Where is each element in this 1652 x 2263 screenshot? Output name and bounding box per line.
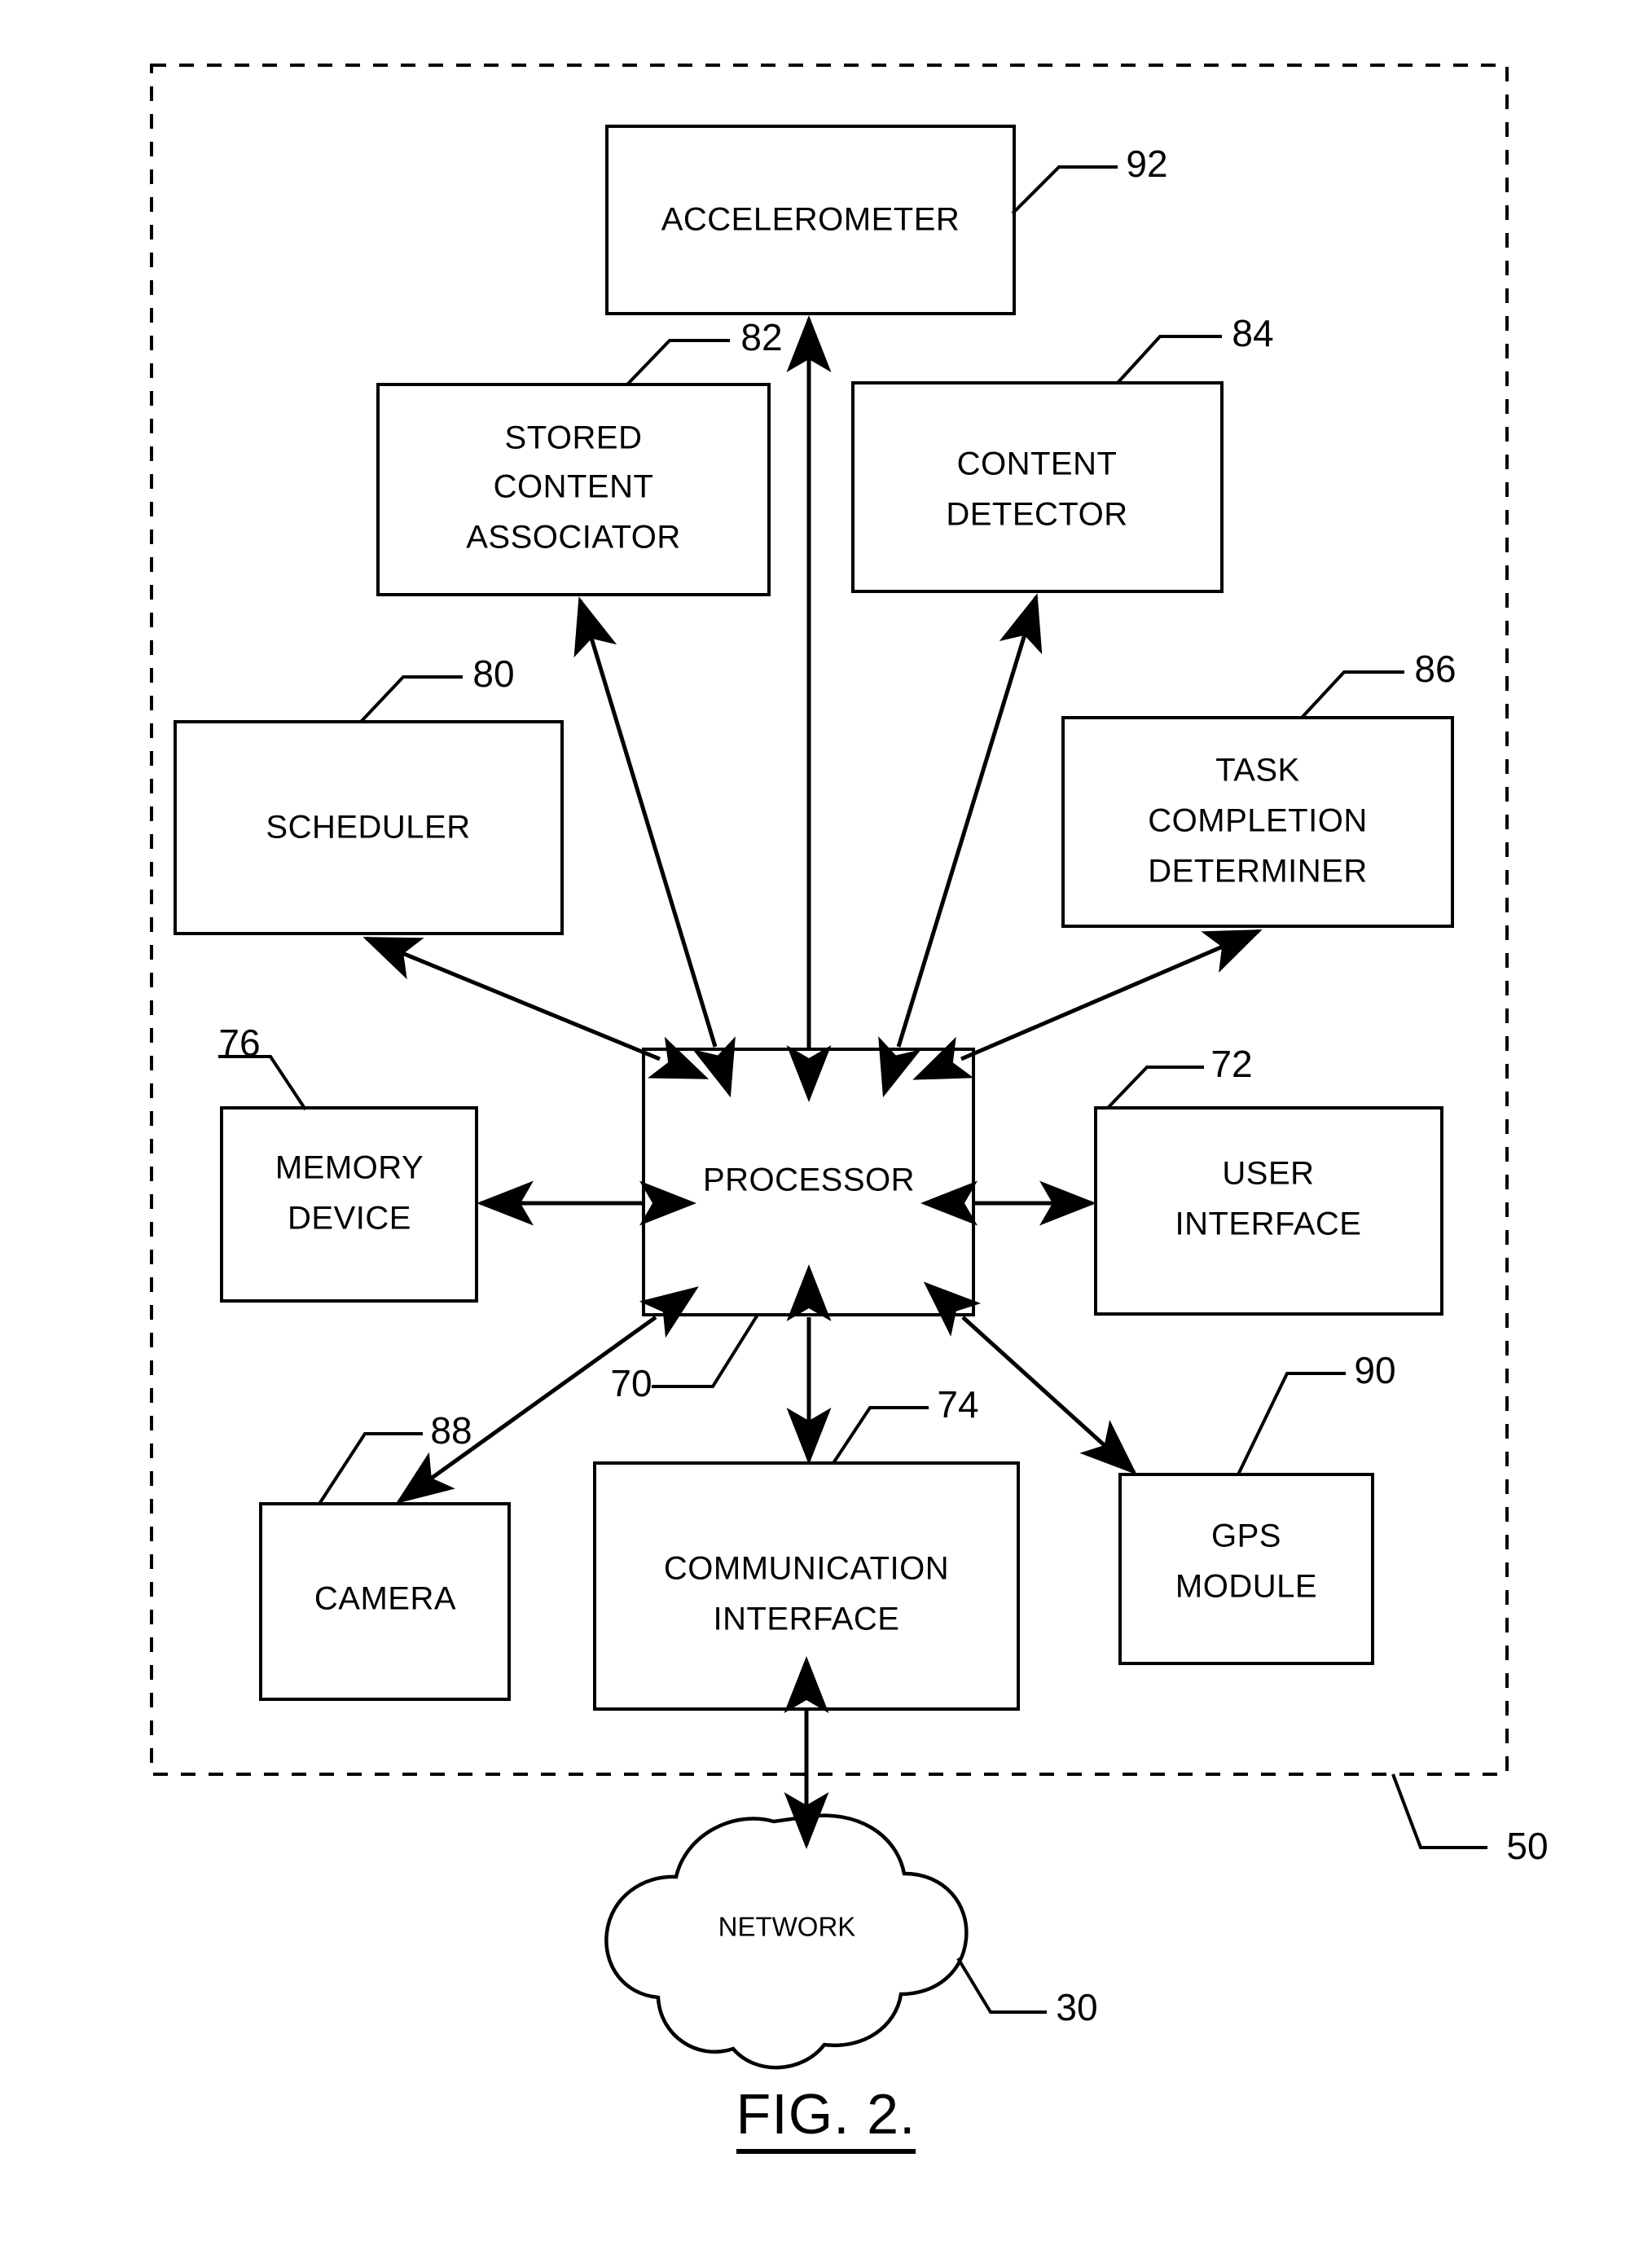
block-label-communication-interface-line2: INTERFACE [714,1602,900,1637]
block-label-memory-device-line2: DEVICE [288,1201,411,1237]
ref-number-scheduler: 80 [472,653,514,695]
ref-number-memory-device: 76 [218,1022,260,1064]
leader-accelerometer [1011,165,1118,215]
block-label-task-completion-determiner-line3: DETERMINER [1148,854,1367,890]
figure-caption-text: FIG. 2. [736,2082,916,2154]
connector-processor-scheduler [362,936,710,1079]
block-content-detector [851,381,1224,593]
leader-memory-device [218,1055,307,1111]
ref-number-processor: 70 [610,1362,652,1404]
leader-scheduler [359,675,463,723]
block-label-communication-interface-line1: COMMUNICATION [664,1551,949,1587]
block-label-accelerometer: ACCELEROMETER [661,202,960,238]
leader-apparatus [1391,1773,1487,1849]
connector-processor-task-completion-determiner [912,929,1263,1080]
connector-processor-stored-content-associator [573,596,736,1098]
ref-number-content-detector: 84 [1232,312,1273,354]
leader-gps-module [1237,1372,1346,1475]
block-label-content-detector-line1: CONTENT [957,446,1118,482]
ref-number-gps-module: 90 [1354,1349,1395,1391]
leader-user-interface [1106,1066,1204,1110]
block-label-scheduler: SCHEDULER [266,810,470,846]
block-label-task-completion-determiner-line1: TASK [1215,753,1300,789]
leader-stored-content-associator [626,339,730,386]
connector-processor-gps-module [923,1281,1137,1475]
block-label-camera: CAMERA [314,1581,456,1617]
block-label-task-completion-determiner-line2: COMPLETION [1148,803,1367,839]
block-label-memory-device-line1: MEMORY [275,1150,424,1186]
cloud-label-network: NETWORK [718,1912,856,1942]
leader-communication-interface [832,1406,929,1465]
ref-number-network: 30 [1056,1986,1097,2028]
ref-number-stored-content-associator: 82 [740,316,782,358]
block-label-gps-module-line1: GPS [1211,1518,1281,1554]
ref-number-accelerometer: 92 [1126,143,1167,185]
block-label-processor: PROCESSOR [703,1162,915,1198]
ref-number-task-completion-determiner: 86 [1414,648,1456,690]
ref-number-user-interface: 72 [1210,1043,1252,1085]
patent-figure-page: 50 ACCELEROMETER 92 STORED CONTENT ASSOC… [0,0,1652,2263]
figure-caption: FIG. 2. [0,2081,1652,2154]
block-label-stored-content-associator-line1: STORED [505,420,643,456]
leader-task-completion-determiner [1300,670,1404,719]
ref-number-apparatus: 50 [1506,1825,1548,1867]
ref-number-camera: 88 [430,1409,472,1452]
leader-network [956,1957,1047,2014]
block-label-stored-content-associator-line2: CONTENT [494,469,654,505]
connector-processor-content-detector [878,593,1043,1098]
block-label-user-interface-line2: INTERFACE [1175,1206,1362,1242]
block-label-content-detector-line2: DETECTOR [946,497,1127,533]
block-label-user-interface-line1: USER [1222,1156,1314,1192]
block-diagram: 50 ACCELEROMETER 92 STORED CONTENT ASSOC… [150,64,1549,2070]
leader-processor [652,1313,759,1388]
block-label-gps-module-line2: MODULE [1175,1569,1317,1605]
block-label-stored-content-associator-line3: ASSOCIATOR [466,520,681,556]
ref-number-communication-interface: 74 [937,1383,978,1426]
leader-content-detector [1116,335,1222,384]
